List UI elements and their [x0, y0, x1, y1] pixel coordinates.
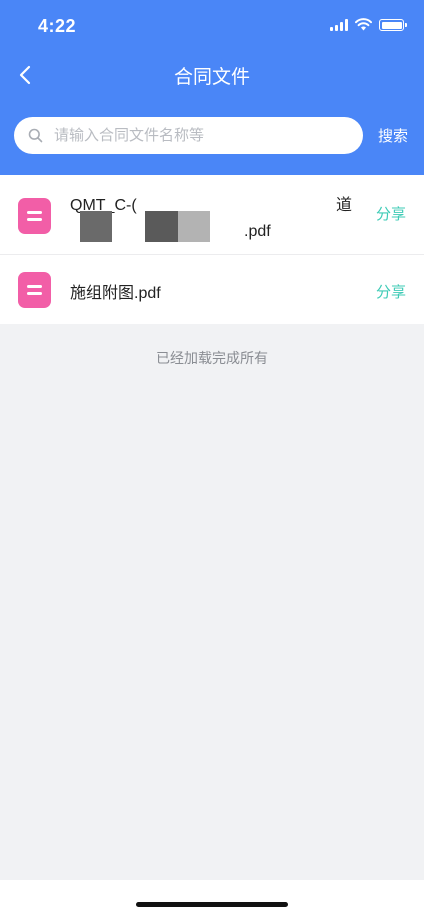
page-title: 合同文件: [173, 67, 250, 88]
share-button[interactable]: 分享: [376, 203, 406, 224]
share-button[interactable]: 分享: [376, 281, 406, 302]
home-bar-area: [0, 880, 424, 917]
status-bar: 4:22: [0, 0, 424, 52]
file-list: QMT_C-( 道 .pdf 分享 施组附图.pdf 分享: [0, 175, 424, 324]
file-name-line2: .pdf: [244, 223, 271, 240]
header: 4:22 合同文件 请输入合同文件名称等 搜索: [0, 0, 424, 175]
file-icon: [18, 272, 51, 308]
nav-bar: 合同文件: [0, 52, 424, 98]
status-icons: [330, 18, 407, 31]
search-box[interactable]: [14, 117, 363, 154]
file-name-line1-tail: 道: [336, 197, 353, 214]
file-name: 施组附图.pdf: [70, 285, 161, 302]
search-icon: [28, 128, 44, 144]
list-item[interactable]: 施组附图.pdf 分享: [0, 255, 424, 324]
redaction-block: [80, 211, 112, 242]
wifi-icon: [355, 18, 372, 31]
signal-icon: [330, 19, 348, 31]
list-item[interactable]: QMT_C-( 道 .pdf 分享: [0, 175, 424, 255]
redaction-block: [145, 211, 178, 242]
search-input[interactable]: [54, 127, 334, 144]
file-icon: [18, 198, 51, 234]
battery-icon: [379, 19, 407, 31]
load-complete-text: 已经加载完成所有: [156, 350, 268, 366]
home-indicator: [136, 902, 288, 907]
file-name: QMT_C-( 道 .pdf: [70, 193, 362, 245]
search-button[interactable]: 搜索: [378, 125, 408, 146]
status-time: 4:22: [38, 16, 77, 36]
redaction-block: [178, 211, 210, 242]
search-row: 搜索: [0, 117, 424, 157]
